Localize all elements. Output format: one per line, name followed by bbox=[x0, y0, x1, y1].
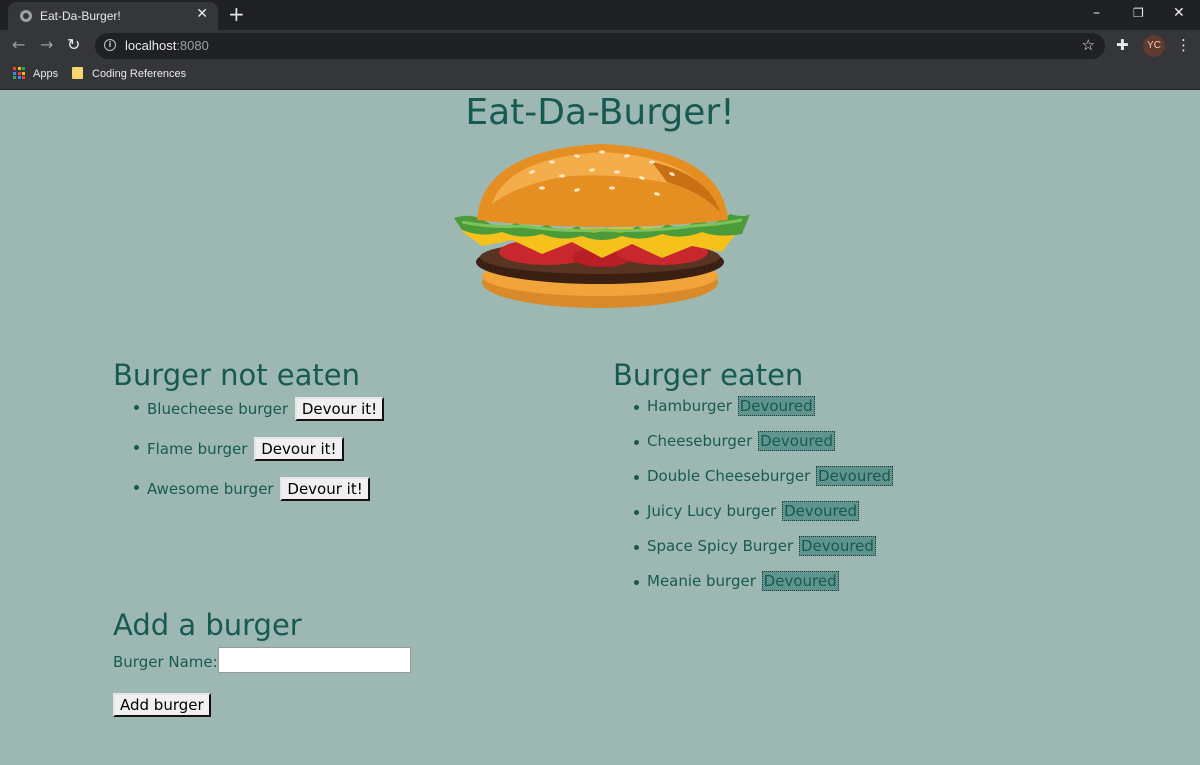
devoured-badge: Devoured bbox=[737, 396, 815, 416]
browser-tab[interactable]: Eat-Da-Burger! ✕ bbox=[8, 2, 218, 30]
burger-name: Flame burger bbox=[147, 440, 248, 458]
list-item: Hamburger Devoured bbox=[613, 396, 893, 432]
add-burger-button[interactable]: Add burger bbox=[113, 693, 211, 717]
url-port: :8080 bbox=[176, 38, 209, 53]
menu-kebab-icon[interactable]: ⋮ bbox=[1176, 36, 1191, 54]
profile-avatar[interactable]: YC bbox=[1143, 35, 1165, 57]
burger-name: Hamburger bbox=[647, 397, 732, 415]
bookmark-apps[interactable]: Apps bbox=[33, 68, 58, 80]
eaten-heading: Burger eaten bbox=[613, 358, 804, 392]
burger-name: Juicy Lucy burger bbox=[647, 502, 777, 520]
burger-image bbox=[454, 144, 750, 308]
browser-titlebar: Eat-Da-Burger! ✕ + – ❐ ✕ bbox=[0, 0, 1200, 30]
list-item: Juicy Lucy burger Devoured bbox=[613, 501, 893, 537]
not-eaten-heading: Burger not eaten bbox=[113, 358, 360, 392]
globe-icon bbox=[20, 10, 32, 22]
extensions-icon[interactable]: ✚ bbox=[1116, 36, 1129, 54]
url-text[interactable]: localhost:8080 bbox=[125, 38, 209, 53]
browser-toolbar: ← → ↻ i localhost:8080 ☆ bbox=[0, 30, 1200, 62]
burger-name: Awesome burger bbox=[147, 480, 274, 498]
devour-button[interactable]: Devour it! bbox=[294, 397, 385, 421]
burger-name: Cheeseburger bbox=[647, 432, 753, 450]
info-icon[interactable]: i bbox=[104, 39, 116, 51]
not-eaten-list: Bluecheese burger Devour it! Flame burge… bbox=[113, 397, 385, 517]
apps-grid-icon[interactable] bbox=[13, 67, 25, 79]
new-tab-icon[interactable]: + bbox=[228, 2, 245, 26]
close-window-icon[interactable]: ✕ bbox=[1173, 5, 1185, 21]
list-item: Flame burger Devour it! bbox=[113, 437, 384, 477]
bookmark-star-icon[interactable]: ☆ bbox=[1082, 36, 1095, 54]
devour-button[interactable]: Devour it! bbox=[280, 477, 370, 501]
burger-name-input[interactable] bbox=[218, 647, 411, 673]
bookmark-coding-references[interactable]: Coding References bbox=[92, 68, 186, 80]
list-item: Awesome burger Devour it! bbox=[113, 477, 384, 517]
burger-name: Bluecheese burger bbox=[147, 400, 289, 418]
devoured-badge: Devoured bbox=[761, 571, 839, 591]
address-bar[interactable]: i localhost:8080 ☆ bbox=[95, 33, 1105, 59]
restore-icon[interactable]: ❐ bbox=[1133, 6, 1144, 20]
back-icon[interactable]: ← bbox=[12, 35, 25, 54]
minimize-icon[interactable]: – bbox=[1093, 5, 1100, 21]
devoured-badge: Devoured bbox=[758, 431, 836, 451]
list-item: Bluecheese burger Devour it! bbox=[113, 397, 385, 437]
page-content: Eat-Da-Burger! Burger not eaten Bluechee… bbox=[0, 90, 1200, 765]
page-title: Eat-Da-Burger! bbox=[465, 92, 735, 133]
devoured-badge: Devoured bbox=[816, 466, 893, 486]
list-item: Cheeseburger Devoured bbox=[613, 431, 893, 467]
forward-icon[interactable]: → bbox=[40, 35, 53, 54]
eaten-list: Hamburger Devoured Cheeseburger Devoured… bbox=[613, 396, 893, 607]
devoured-badge: Devoured bbox=[798, 536, 876, 556]
list-item: Meanie burger Devoured bbox=[613, 571, 893, 607]
tab-title: Eat-Da-Burger! bbox=[40, 9, 121, 23]
burger-name: Space Spicy Burger bbox=[647, 537, 794, 555]
url-host: localhost bbox=[125, 38, 177, 53]
devour-button[interactable]: Devour it! bbox=[254, 437, 344, 461]
reload-icon[interactable]: ↻ bbox=[67, 35, 80, 54]
folder-icon bbox=[72, 67, 83, 79]
add-burger-heading: Add a burger bbox=[113, 608, 302, 642]
close-tab-icon[interactable]: ✕ bbox=[196, 6, 208, 22]
list-item: Double Cheeseburger Devoured bbox=[613, 466, 893, 502]
burger-name: Meanie burger bbox=[647, 572, 756, 590]
burger-name: Double Cheeseburger bbox=[647, 467, 811, 485]
burger-name-label: Burger Name: bbox=[113, 653, 218, 671]
list-item: Space Spicy Burger Devoured bbox=[613, 536, 893, 572]
devoured-badge: Devoured bbox=[782, 501, 860, 521]
